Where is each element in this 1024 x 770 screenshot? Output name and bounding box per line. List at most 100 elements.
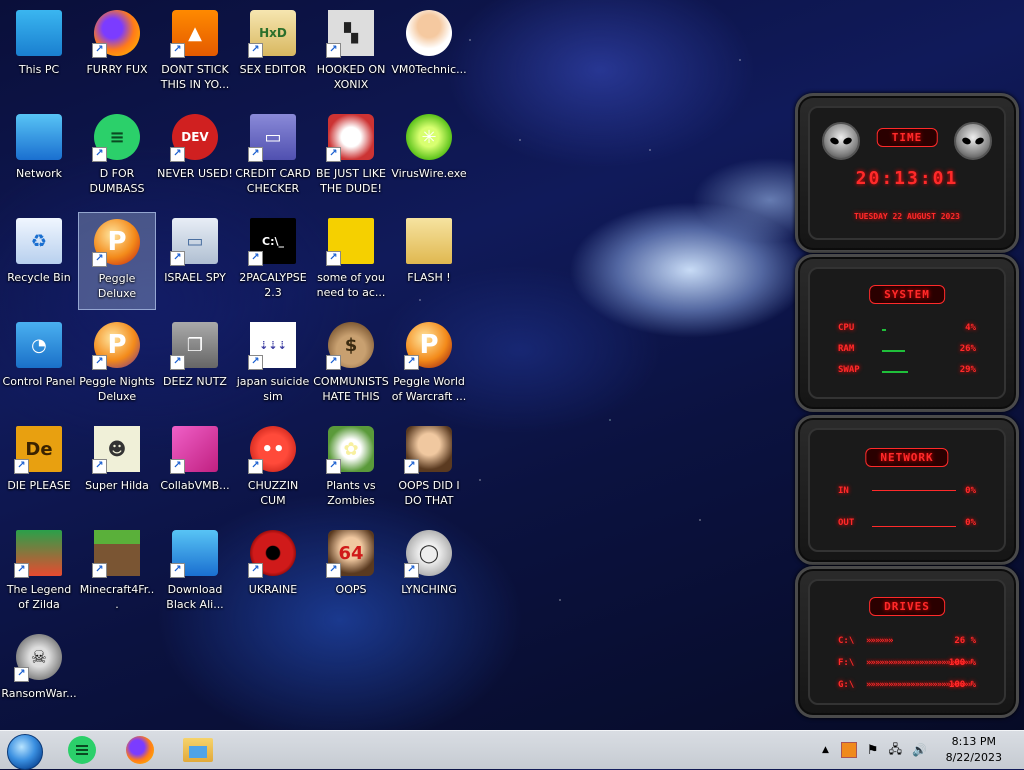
volume-icon[interactable]: 🔊 bbox=[912, 743, 927, 757]
gadget-time-panel[interactable]: TIME 20:13:01 TUESDAY 22 AUGUST 2023 bbox=[795, 93, 1019, 253]
network-in-label: IN bbox=[838, 486, 849, 496]
credit-card-icon: ▭ ↗ bbox=[248, 114, 296, 162]
shortcut-arrow-icon: ↗ bbox=[170, 355, 185, 370]
desktop-icon-viruswire-exe[interactable]: ✳ VirusWire.exe bbox=[390, 108, 468, 206]
taskbar-chat-app[interactable] bbox=[60, 733, 104, 767]
tray-app-icon[interactable] bbox=[840, 742, 857, 758]
drive-value: 100 % bbox=[948, 658, 976, 668]
shortcut-arrow-icon: ↗ bbox=[14, 667, 29, 682]
system-value: 26% bbox=[959, 344, 976, 354]
shortcut-arrow-icon: ↗ bbox=[92, 459, 107, 474]
desktop-icon-oops-did-i-do-that[interactable]: ↗ OOPS DID I DO THAT bbox=[390, 420, 468, 518]
network-globe-icon: ↗ bbox=[170, 530, 218, 578]
monitor-icon bbox=[16, 10, 62, 56]
desktop-icon-collabvmb[interactable]: ↗ CollabVMB... bbox=[156, 420, 234, 518]
desktop-icon-the-legend-of-zilda[interactable]: ↗ The Legend of Zilda bbox=[0, 524, 78, 622]
desktop-icon-label: LYNCHING bbox=[401, 583, 457, 596]
desktop-icon-plants-vs-zombies[interactable]: ✿ ↗ Plants vs Zombies bbox=[312, 420, 390, 518]
desktop-icon-credit-card-checker[interactable]: ▭ ↗ CREDIT CARD CHECKER bbox=[234, 108, 312, 206]
shortcut-arrow-icon: ↗ bbox=[248, 43, 263, 58]
desktop-icon-ukraine[interactable]: ☢ ↗ UKRAINE bbox=[234, 524, 312, 622]
desktop-icon-this-pc[interactable]: This PC bbox=[0, 4, 78, 102]
desktop-icon-2pacalypse-2-3[interactable]: C:\_ ↗ 2PACALYPSE 2.3 bbox=[234, 212, 312, 310]
desktop-icon-control-panel[interactable]: ◔ Control Panel bbox=[0, 316, 78, 414]
desktop-icon-label: COMMUNISTS HATE THIS G... bbox=[313, 375, 389, 403]
grass-block-icon: ↗ bbox=[92, 530, 140, 578]
desktop-icon-network[interactable]: Network bbox=[0, 108, 78, 206]
portrait-icon: ↗ bbox=[404, 426, 452, 474]
desktop-icon-recycle-bin[interactable]: ♻ Recycle Bin bbox=[0, 212, 78, 310]
desktop-icon-peggle-deluxe[interactable]: P ↗ Peggle Deluxe bbox=[78, 212, 156, 310]
action-center-flag-icon[interactable]: ⚑ bbox=[867, 743, 879, 758]
shortcut-arrow-icon: ↗ bbox=[92, 252, 107, 267]
desktop-icon-label: Network bbox=[16, 167, 62, 180]
desktop-icon-japan-suicide-sim[interactable]: ⇣⇣⇣ ↗ japan suicide sim bbox=[234, 316, 312, 414]
desktop-icon-never-used[interactable]: DEV ↗ NEVER USED! bbox=[156, 108, 234, 206]
shortcut-arrow-icon: ↗ bbox=[92, 355, 107, 370]
desktop-icon-flash[interactable]: FLASH ! bbox=[390, 212, 468, 310]
desktop-icon-label: CHUZZIN CUM bbox=[247, 479, 299, 507]
desktop-icon-label: FURRY FUX bbox=[86, 63, 148, 76]
desktop-icon-label: ISRAEL SPY bbox=[164, 271, 226, 284]
peggle-icon: P ↗ bbox=[92, 219, 140, 267]
system-tray: ▲ ⚑ 🖧 🔊 bbox=[822, 731, 927, 769]
shortcut-arrow-icon: ↗ bbox=[170, 459, 185, 474]
drive-row: G:\»»»»»»»»»»»»»»»»»»»»»»»» 100 % bbox=[838, 680, 976, 694]
shortcut-arrow-icon: ↗ bbox=[404, 355, 419, 370]
desktop-icon-peggle-world-of-warcraft[interactable]: P ↗ Peggle World of Warcraft ... bbox=[390, 316, 468, 414]
gadget-drives-panel[interactable]: DRIVES C:\ »»»»»» 26 % F:\»»»»»»»»»»»»»»»»»… bbox=[795, 566, 1019, 718]
desktop-icon-download-black-ali[interactable]: ↗ Download Black Ali... bbox=[156, 524, 234, 622]
peggle-wow-icon: P ↗ bbox=[404, 322, 452, 370]
desktop-icon-label: Control Panel bbox=[2, 375, 76, 388]
desktop-icon-label: Download Black Ali... bbox=[166, 583, 224, 611]
desktop-icon-furry-fux[interactable]: ↗ FURRY FUX bbox=[78, 4, 156, 102]
network-out-graph bbox=[872, 508, 956, 527]
desktop-icon-sex-editor[interactable]: HxD ↗ SEX EDITOR bbox=[234, 4, 312, 102]
desktop-icon-lynching[interactable]: ◯ ↗ LYNCHING bbox=[390, 524, 468, 622]
desktop-icon-label: NEVER USED! bbox=[157, 167, 233, 180]
desktop-icon-label: RansomWar... bbox=[1, 687, 77, 700]
clock-date: 8/22/2023 bbox=[945, 751, 1002, 764]
taskbar-file-explorer[interactable] bbox=[176, 733, 220, 767]
system-value: 4% bbox=[965, 323, 976, 333]
desktop-icon-oops[interactable]: 64 ↗ OOPS bbox=[312, 524, 390, 622]
desktop-icon-be-just-like-the-dude[interactable]: ↗ BE JUST LIKE THE DUDE! bbox=[312, 108, 390, 206]
gadget-drives-title: DRIVES bbox=[869, 597, 945, 616]
desktop-icon-vm0technic[interactable]: VM0Technic... bbox=[390, 4, 468, 102]
taskbar-firefox[interactable] bbox=[118, 733, 162, 767]
desktop-icon-communists-hate-this-g[interactable]: $↗ COMMUNISTS HATE THIS G... bbox=[312, 316, 390, 414]
desktop-icon-ransomwar[interactable]: ☠ ↗ RansomWar... bbox=[0, 628, 78, 726]
radiation-icon: ☢ ↗ bbox=[248, 530, 296, 578]
shortcut-arrow-icon: ↗ bbox=[170, 147, 185, 162]
network-tray-icon[interactable]: 🖧 bbox=[889, 740, 902, 761]
pixel-character-icon: ☻ ↗ bbox=[92, 426, 140, 474]
taskbar-clock[interactable]: 8:13 PM 8/22/2023 bbox=[946, 734, 1002, 766]
desktop-icon-label: FLASH ! bbox=[407, 271, 451, 284]
desktop-icon-d-for-dumbass[interactable]: ≡ ↗ D FOR DUMBASS bbox=[78, 108, 156, 206]
desktop-icon-dont-stick-this-in-yo[interactable]: ▲ ↗ DONT STICK THIS IN YO... bbox=[156, 4, 234, 102]
stacked-windows-icon: ❐ ↗ bbox=[170, 322, 218, 370]
desktop-icon-label: DEEZ NUTZ bbox=[163, 375, 227, 388]
gadget-network-panel[interactable]: NETWORK IN 0% OUT 0% bbox=[795, 415, 1019, 565]
shortcut-arrow-icon: ↗ bbox=[14, 459, 29, 474]
desktop-icon-chuzzin-cum[interactable]: •• ↗ CHUZZIN CUM bbox=[234, 420, 312, 518]
desktop-icon-label: Peggle Deluxe bbox=[97, 272, 137, 300]
desktop-icon-die-please[interactable]: De ↗ DIE PLEASE bbox=[0, 420, 78, 518]
flower-icon: ✿ ↗ bbox=[326, 426, 374, 474]
desktop-icon-minecraft4fr[interactable]: ↗ Minecraft4Fr... bbox=[78, 524, 156, 622]
desktop-icon-deez-nutz[interactable]: ❐ ↗ DEEZ NUTZ bbox=[156, 316, 234, 414]
gadget-date: TUESDAY 22 AUGUST 2023 bbox=[854, 212, 960, 221]
show-hidden-icons-icon[interactable]: ▲ bbox=[822, 745, 829, 755]
desktop-icon-super-hilda[interactable]: ☻ ↗ Super Hilda bbox=[78, 420, 156, 518]
monitor-pink-icon: ↗ bbox=[170, 426, 218, 474]
desktop-icon-some-of-you-need-to-ac[interactable]: ↗ some of you need to ac... bbox=[312, 212, 390, 310]
system-row-ram: RAM 26% bbox=[838, 344, 976, 358]
desktop-icon-hooked-on-xonix[interactable]: ▚ ↗ HOOKED ON XONIX bbox=[312, 4, 390, 102]
desktop-icon-israel-spy[interactable]: ▭ ↗ ISRAEL SPY bbox=[156, 212, 234, 310]
control-panel-icon: ◔ bbox=[16, 322, 62, 368]
desktop-icon-label: OOPS DID I DO THAT bbox=[398, 479, 460, 507]
gadget-system-panel[interactable]: SYSTEM CPU 4% RAM 26% SWAP 29% bbox=[795, 254, 1019, 412]
gadget-clock: 20:13:01 bbox=[855, 168, 959, 189]
desktop-icon-peggle-nights-deluxe[interactable]: P ↗ Peggle Nights Deluxe bbox=[78, 316, 156, 414]
start-button[interactable] bbox=[7, 734, 43, 770]
